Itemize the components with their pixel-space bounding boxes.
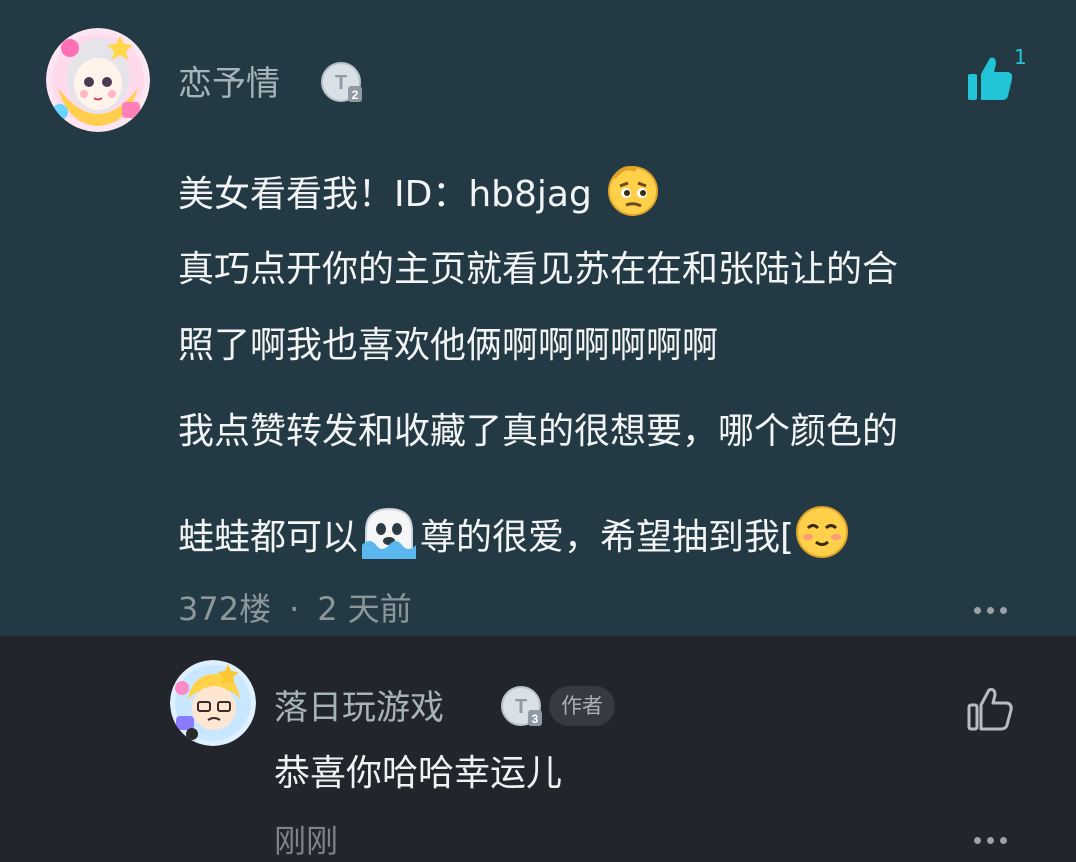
more-dot: [973, 836, 981, 844]
reply-like-button[interactable]: [966, 686, 1014, 732]
comment-time: 2 天前: [317, 590, 412, 628]
reply-more-options-button[interactable]: [970, 832, 1010, 848]
comment-card: 恋予情 T 2 1 美女看看我！ID：hb8jag 真巧点开你的主页就看见苏在在…: [0, 0, 1076, 636]
svg-text:T: T: [335, 72, 347, 94]
more-dot: [986, 836, 994, 844]
commenter-avatar[interactable]: [46, 28, 150, 132]
reply-time: 刚刚: [274, 822, 339, 860]
reply-card: 落日玩游戏 T 3 作者: [0, 636, 1076, 862]
svg-text:3: 3: [532, 712, 539, 726]
more-dot: [973, 606, 981, 614]
comment-line-4: 我点赞转发和收藏了真的很想要，哪个颜色的: [178, 411, 899, 452]
comment-meta: 372楼 · 2 天前: [178, 590, 412, 628]
commenter-username[interactable]: 恋予情: [178, 64, 280, 104]
svg-text:2: 2: [352, 88, 359, 102]
crying-ghost-emoji-icon: [360, 505, 418, 570]
level-badge-icon: T 2: [321, 62, 362, 102]
reply-text: 恭喜你哈哈幸运儿: [274, 753, 563, 794]
more-dot: [999, 836, 1007, 844]
comment-text: 蛙蛙都可以: [178, 516, 359, 558]
replier-username[interactable]: 落日玩游戏: [274, 688, 444, 728]
replier-avatar[interactable]: [170, 660, 256, 746]
comment-line-5: 蛙蛙都可以 尊的很爱，希望抽到我[: [178, 504, 850, 571]
author-tag: 作者: [549, 686, 615, 726]
floor-number: 372楼: [178, 590, 272, 628]
comment-line-1: 美女看看我！ID：hb8jag: [178, 162, 662, 227]
comment-line-2: 真巧点开你的主页就看见苏在在和张陆让的合: [178, 249, 899, 290]
more-dot: [999, 606, 1007, 614]
more-dot: [986, 606, 994, 614]
thumbs-up-outline-icon: [967, 688, 1013, 731]
comment-text: 尊的很爱，希望抽到我[: [420, 516, 795, 558]
thumbs-up-filled-icon: [968, 57, 1013, 100]
like-count: 1: [1014, 45, 1027, 69]
blush-emoji-icon: [794, 504, 850, 571]
smirk-emoji-icon: [604, 162, 662, 227]
comment-line-3: 照了啊我也喜欢他俩啊啊啊啊啊啊: [178, 325, 719, 366]
like-button[interactable]: [966, 56, 1014, 102]
meta-separator: ·: [289, 590, 300, 628]
level-badge-icon: T 3: [501, 686, 542, 726]
more-options-button[interactable]: [970, 602, 1010, 618]
svg-text:T: T: [515, 696, 527, 718]
comment-text: 美女看看我！ID：hb8jag: [178, 173, 592, 215]
